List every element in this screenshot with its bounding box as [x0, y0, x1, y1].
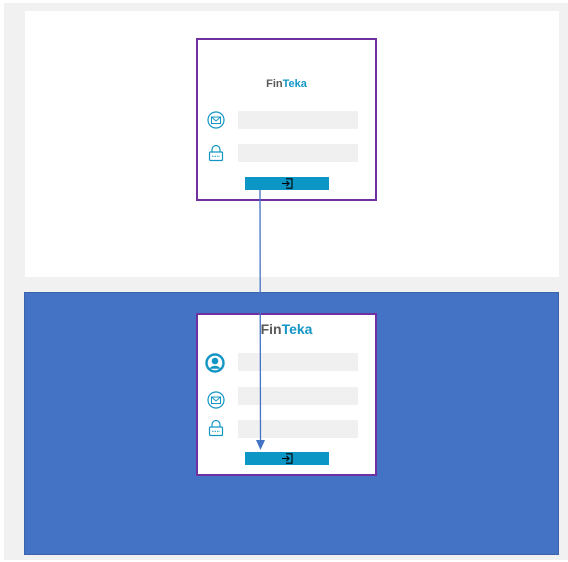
diagram-canvas: FinTeka FinTeka	[0, 0, 568, 562]
flow-arrow	[256, 189, 265, 450]
arrowhead	[256, 440, 265, 450]
